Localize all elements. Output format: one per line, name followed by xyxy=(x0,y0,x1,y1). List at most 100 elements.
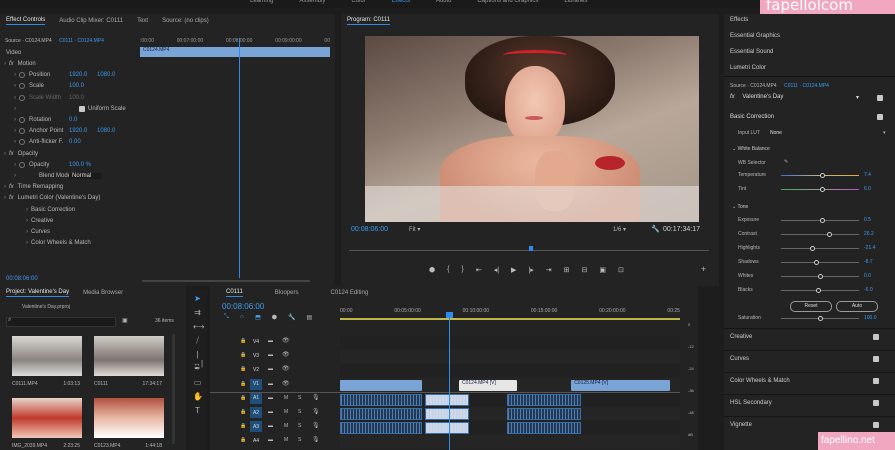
slider-knob[interactable] xyxy=(810,246,816,251)
disclosure-icon[interactable]: › xyxy=(14,128,16,134)
ec-row[interactable]: › Basic Correction xyxy=(4,205,139,215)
mic-icon[interactable]: 🎙 xyxy=(312,408,320,415)
track-label-v4[interactable]: V4 xyxy=(250,336,262,347)
ec-row[interactable]: › Color Wheels & Match xyxy=(4,238,139,248)
slider-knob[interactable] xyxy=(819,187,825,192)
section-checkbox[interactable] xyxy=(873,334,879,340)
slider-value[interactable]: 0.0 xyxy=(864,273,871,279)
basic-correction-header[interactable]: Basic Correction xyxy=(730,114,890,120)
type-tool-icon[interactable]: T xyxy=(193,406,202,415)
saturation-track[interactable] xyxy=(781,316,859,321)
go-to-out-icon[interactable]: ⇥ xyxy=(546,266,552,274)
audio-clip[interactable] xyxy=(425,408,470,420)
program-timecode[interactable]: 00:08:06:00 xyxy=(351,226,388,233)
slider-track[interactable] xyxy=(781,260,859,265)
marker-tl-icon[interactable]: ⬢ xyxy=(272,314,277,321)
lock-icon[interactable]: 🔒 xyxy=(240,352,246,358)
audio-clip[interactable] xyxy=(340,422,422,435)
preset-enable-checkbox[interactable] xyxy=(877,95,883,101)
disclosure-icon[interactable]: › xyxy=(26,240,28,246)
multicam-icon[interactable]: ⊡ xyxy=(618,266,624,274)
tone-header[interactable]: ⌄ Tone xyxy=(732,204,748,210)
slider-value[interactable]: 0.5 xyxy=(864,217,871,223)
slider-track[interactable] xyxy=(781,218,859,223)
track-label-a2[interactable]: A2 xyxy=(250,407,262,418)
audio-clip[interactable] xyxy=(425,393,470,406)
panel-header-2[interactable]: Essential Sound xyxy=(730,49,773,55)
disclosure-icon[interactable]: › xyxy=(26,218,28,224)
white-balance-header[interactable]: ⌄ White Balance xyxy=(732,146,770,152)
go-to-in-icon[interactable]: ⇤ xyxy=(476,266,482,274)
auto-button[interactable]: Auto xyxy=(836,301,878,312)
ec-row[interactable]: › Scale 100.0 xyxy=(4,81,139,91)
sequence-label[interactable]: C0111 · C0124.MP4 xyxy=(59,38,104,44)
track-label-a3[interactable]: A3 xyxy=(250,421,262,433)
preset-name[interactable]: Valentine's Day xyxy=(742,94,783,100)
property-value[interactable]: 100.0 % xyxy=(69,162,91,168)
mute-icon[interactable]: M xyxy=(284,423,288,429)
disclosure-icon[interactable]: › xyxy=(26,207,28,213)
section-header[interactable]: HSL Secondary xyxy=(730,400,772,406)
track-label-a1[interactable]: A1 xyxy=(250,392,262,404)
ec-row[interactable]: › Rotation 0.0 xyxy=(4,115,139,125)
program-playhead[interactable] xyxy=(529,246,533,251)
slider-knob[interactable] xyxy=(827,232,833,237)
project-clip[interactable]: C0111.MP4 1:03:13 xyxy=(12,336,82,392)
disclosure-icon[interactable]: › xyxy=(14,173,16,179)
slider-track[interactable] xyxy=(781,173,859,178)
property-value[interactable]: 1920.0 xyxy=(69,72,87,78)
mute-icon[interactable]: M xyxy=(284,437,288,443)
section-checkbox[interactable] xyxy=(873,400,879,406)
new-bin-icon[interactable]: ▣ xyxy=(122,317,128,324)
captions-icon[interactable]: ▤ xyxy=(307,314,313,321)
timeline-clip[interactable]: C0124.MP4 [V] xyxy=(459,379,517,391)
audio-clip[interactable] xyxy=(506,422,582,435)
lock-icon[interactable]: 🔒 xyxy=(240,423,246,429)
section-header[interactable]: Creative xyxy=(730,334,752,340)
stopwatch-icon[interactable] xyxy=(19,128,25,135)
lock-icon[interactable]: 🔒 xyxy=(240,381,246,387)
slider-knob[interactable] xyxy=(818,274,823,279)
lock-icon[interactable]: 🔒 xyxy=(240,366,246,372)
ec-tab-0[interactable]: Effect Controls xyxy=(6,17,46,25)
slider-track[interactable] xyxy=(781,246,859,251)
timeline-clip[interactable]: C0125.MP4 [V] xyxy=(571,379,670,391)
slider-value[interactable]: 26.2 xyxy=(864,231,874,237)
section-checkbox[interactable] xyxy=(873,422,879,428)
overwrite-icon[interactable]: ⊟ xyxy=(582,266,588,274)
quality-dropdown[interactable]: 1/6 ▾ xyxy=(613,226,626,233)
disclosure-icon[interactable]: › xyxy=(4,184,6,190)
clip-thumbnail[interactable] xyxy=(94,336,164,376)
slider-value[interactable]: -8.7 xyxy=(864,259,873,265)
playhead-handle[interactable] xyxy=(446,312,453,318)
slider-knob[interactable] xyxy=(820,173,826,178)
workspace-audio[interactable]: Audio xyxy=(436,0,451,4)
slider-track[interactable] xyxy=(781,288,859,293)
lumetri-source[interactable]: Source · C0124.MP4 xyxy=(730,83,777,89)
step-back-icon[interactable]: ◂| xyxy=(494,266,499,274)
stopwatch-icon[interactable] xyxy=(19,72,25,79)
slider-value[interactable]: 6.0 xyxy=(864,186,871,192)
input-lut-dropdown[interactable]: None xyxy=(770,130,782,136)
project-clip[interactable]: IMG_2039.MP4 2:23:25 xyxy=(12,398,82,450)
clip-thumbnail[interactable] xyxy=(12,398,82,438)
project-tab-0[interactable]: Project: Valentine's Day xyxy=(6,289,70,297)
insert-icon[interactable]: ⊞ xyxy=(564,266,570,274)
fit-dropdown[interactable]: Fit ▾ xyxy=(409,226,420,233)
disclosure-icon[interactable]: › xyxy=(26,229,28,235)
property-value[interactable]: 1080.0 xyxy=(97,72,115,78)
lut-dropdown-icon[interactable]: ▾ xyxy=(883,130,886,136)
ec-tab-3[interactable]: Source: (no clips) xyxy=(162,18,209,24)
slider-knob[interactable] xyxy=(819,218,825,223)
stopwatch-icon[interactable] xyxy=(19,94,25,101)
ec-row[interactable]: › Creative xyxy=(4,216,139,226)
film-icon[interactable]: ▬ xyxy=(268,381,273,387)
mute-icon[interactable]: M xyxy=(284,409,288,415)
rectangle-tool-icon[interactable]: ▭ xyxy=(193,378,202,387)
disclosure-icon[interactable]: › xyxy=(4,151,6,157)
eye-icon[interactable]: 👁 xyxy=(282,365,290,372)
ec-timecode[interactable]: 00:08:06:00 xyxy=(6,276,38,282)
property-value[interactable]: 1080.0 xyxy=(97,128,115,134)
solo-icon[interactable]: S xyxy=(298,395,301,401)
timeline-timecode[interactable]: 00:08:06:00 xyxy=(222,302,264,311)
